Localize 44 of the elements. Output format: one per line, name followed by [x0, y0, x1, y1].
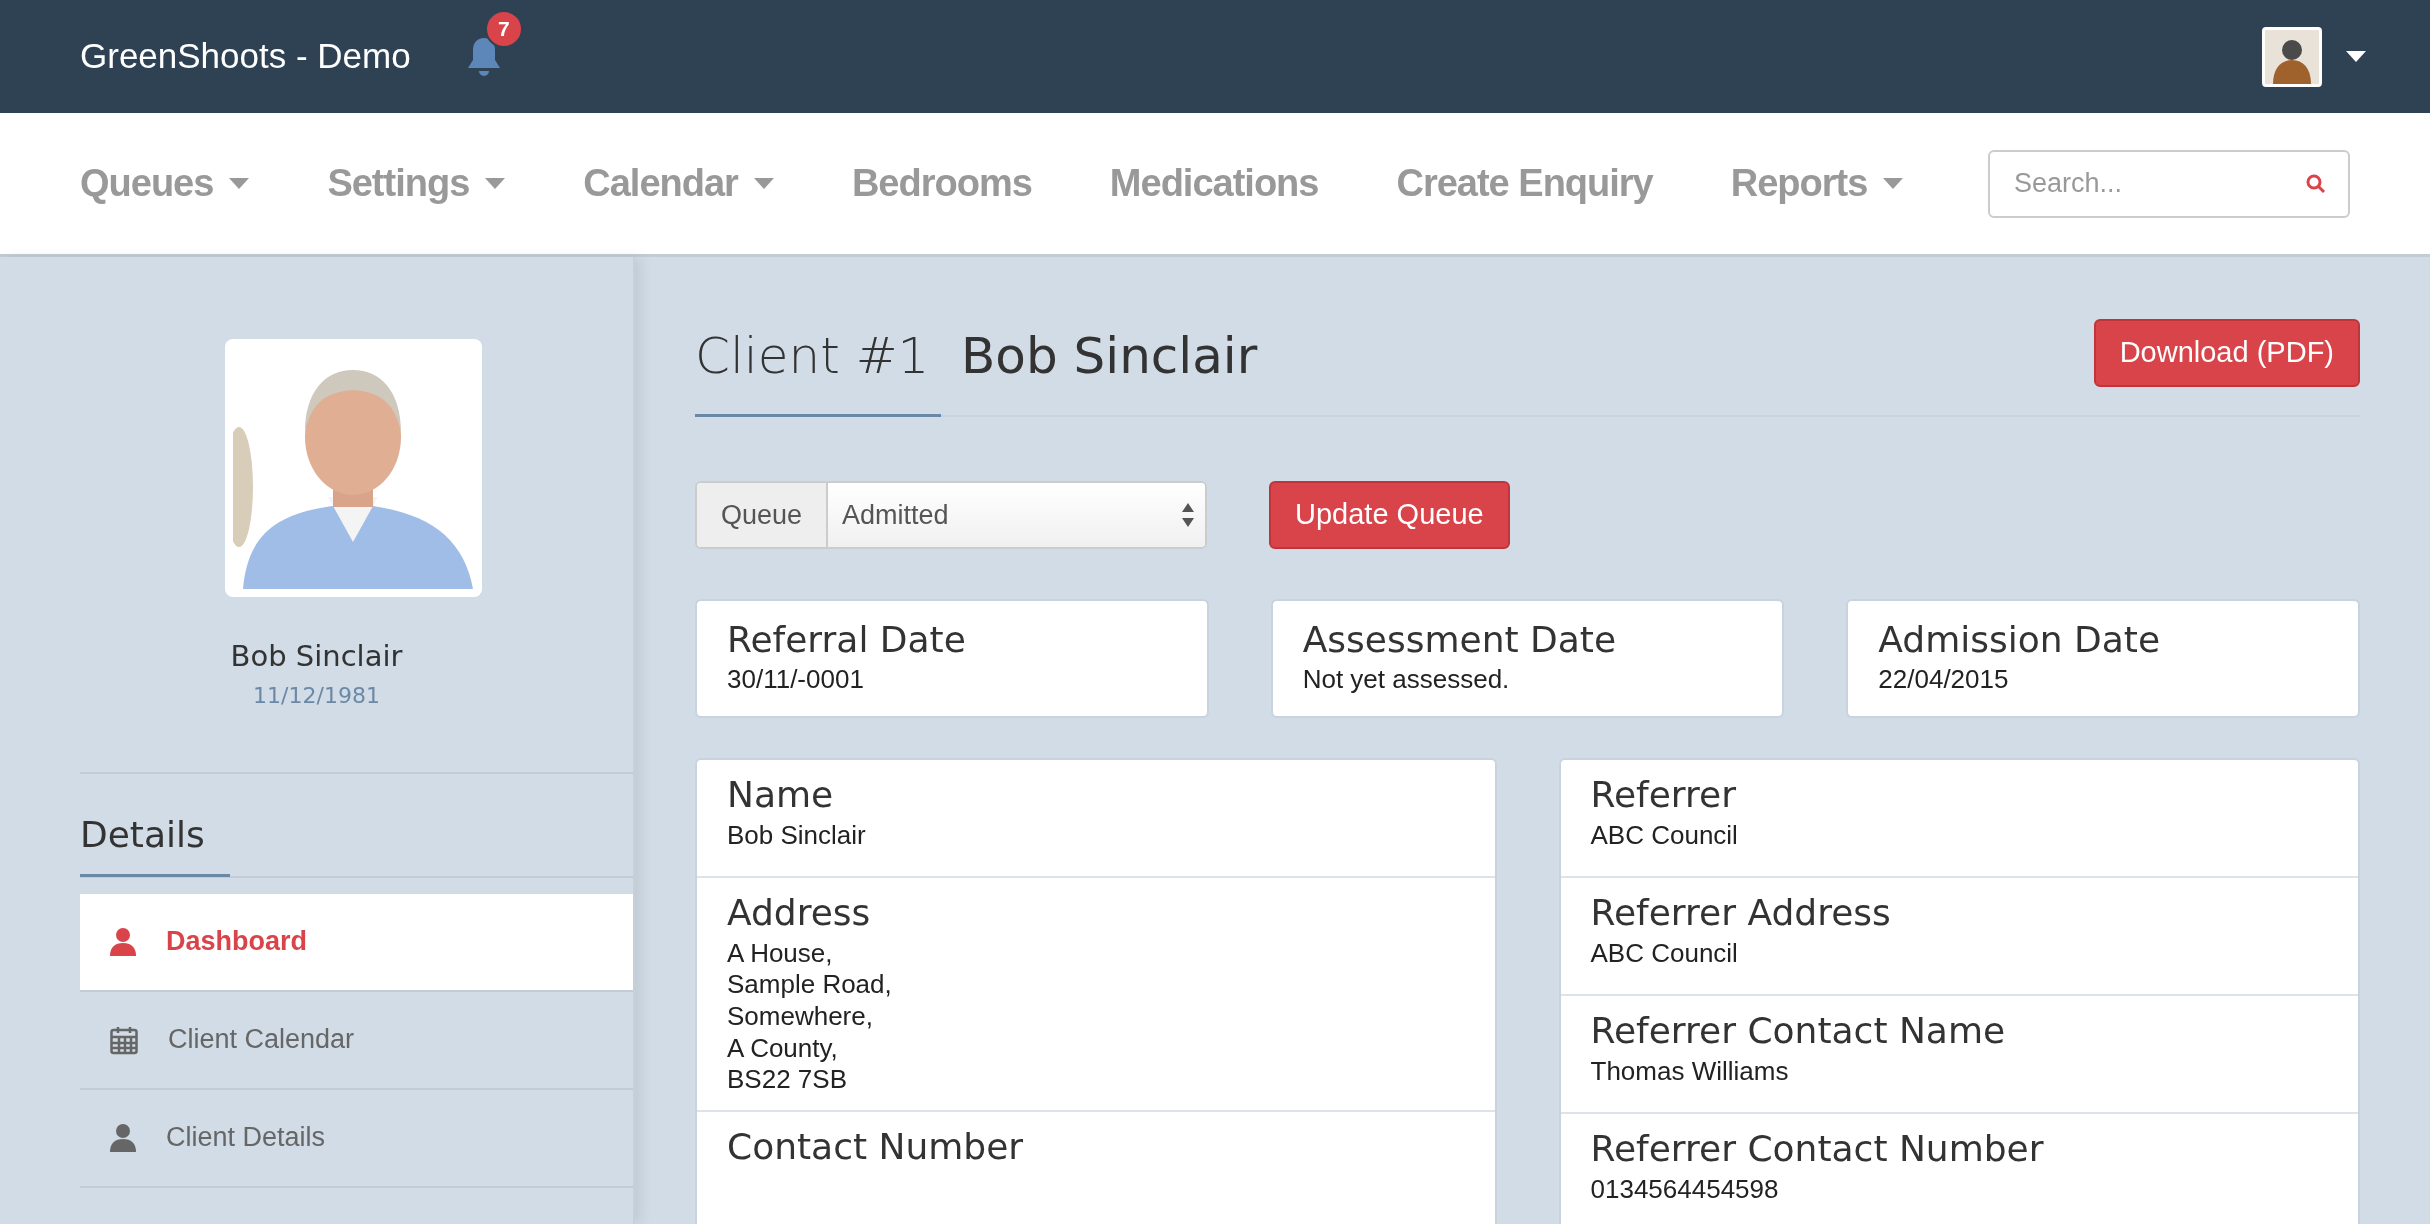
- field-value: A House, Sample Road, Somewhere, A County, BS22 7SB: [727, 937, 893, 1097]
- app-title: GreenShoots - Demo: [80, 35, 411, 78]
- user-icon: [110, 927, 136, 956]
- field-value: Thomas Williams: [1590, 1055, 1790, 1088]
- user-icon: [110, 1123, 136, 1152]
- card-title: Admission Date: [1878, 619, 2162, 661]
- caret-icon: [2346, 51, 2366, 62]
- nav-link[interactable]: Calendar: [583, 155, 774, 212]
- field-value: 0134564454598: [1590, 1173, 1780, 1206]
- sidebar-item[interactable]: Client Calendar: [80, 991, 633, 1090]
- nav-link[interactable]: Reports: [1730, 155, 1904, 212]
- field-label: Contact Number: [727, 1126, 1025, 1168]
- client-birth-date: 11/12/1981: [252, 681, 381, 710]
- client-tab[interactable]: Client #1: [695, 319, 941, 417]
- nav-link[interactable]: Queues: [80, 155, 250, 212]
- field-label: Referrer Contact Number: [1590, 1128, 2045, 1170]
- card-title: Referral Date: [727, 619, 967, 661]
- nav-link[interactable]: Medications: [1109, 155, 1319, 212]
- search-icon[interactable]: [2306, 173, 2326, 194]
- field-label: Referrer Contact Name: [1590, 1010, 2007, 1052]
- client-name: Bob Sinclair: [229, 638, 404, 675]
- nav-link[interactable]: Bedrooms: [851, 155, 1032, 212]
- card-value: 22/04/2015: [1878, 664, 2010, 697]
- field-value: ABC Council: [1590, 819, 1739, 852]
- download-button[interactable]: Download (PDF): [2093, 319, 2360, 387]
- calendar-icon: [110, 1024, 138, 1055]
- notification-count: 7: [484, 9, 523, 48]
- update-queue-button[interactable]: Update Queue: [1269, 481, 1510, 549]
- field-label: Name: [727, 774, 835, 816]
- section-heading: Details: [80, 807, 230, 877]
- sidebar-item[interactable]: Dashboard: [80, 893, 633, 992]
- card-value: 30/11/-0001: [727, 664, 865, 697]
- nav-link[interactable]: Settings: [327, 155, 506, 212]
- nav-link[interactable]: Create Enquiry: [1396, 155, 1653, 212]
- field-value: Bob Sinclair: [727, 819, 867, 852]
- card-value: Not yet assessed.: [1302, 664, 1511, 697]
- search-field[interactable]: Search...: [1988, 149, 2350, 218]
- field-label: Referrer: [1590, 774, 1737, 816]
- sidebar-item[interactable]: Client Details: [80, 1089, 633, 1188]
- card-title: Assessment Date: [1302, 619, 1618, 661]
- client-name: Bob Sinclair: [961, 326, 1258, 387]
- field-label: Referrer Address: [1590, 892, 1892, 934]
- field-value: ABC Council: [1590, 937, 1739, 970]
- field-label: Address: [727, 892, 872, 934]
